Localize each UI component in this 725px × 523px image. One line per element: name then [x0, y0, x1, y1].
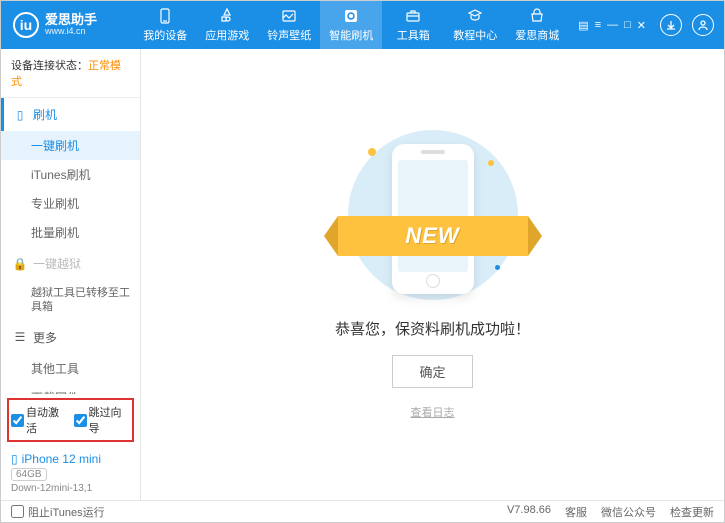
sub-other-tools[interactable]: 其他工具 [1, 354, 140, 383]
app-logo: iu 爱思助手 www.i4.cn [1, 12, 134, 38]
maximize-icon[interactable]: □ [624, 19, 631, 32]
view-log-link[interactable]: 查看日志 [411, 404, 455, 420]
nav-tutorials[interactable]: 教程中心 [444, 1, 506, 49]
highlight-options: 自动激活 跳过向导 [7, 398, 134, 442]
sub-one-key-flash[interactable]: 一键刷机 [1, 131, 140, 160]
device-icon [156, 7, 174, 25]
section-flash[interactable]: ▯ 刷机 [1, 98, 140, 131]
tray-icon[interactable]: ≡ [595, 19, 601, 32]
nav-my-device[interactable]: 我的设备 [134, 1, 196, 49]
section-more[interactable]: ☰ 更多 [1, 321, 140, 354]
close-icon[interactable]: ✕ [637, 19, 646, 32]
success-illustration: NEW [348, 130, 518, 300]
toolbox-icon [404, 7, 422, 25]
user-button[interactable] [692, 14, 714, 36]
download-button[interactable] [660, 14, 682, 36]
app-url: www.i4.cn [45, 27, 97, 37]
footer-service[interactable]: 客服 [565, 504, 587, 520]
nav-flash[interactable]: 智能刷机 [320, 1, 382, 49]
device-panel: ▯ iPhone 12 mini 64GB Down-12mini-13,1 [1, 446, 140, 500]
titlebar-right: ▤ ≡ — □ ✕ [568, 14, 724, 36]
version-label: V7.98.66 [507, 504, 551, 520]
flash-icon [342, 7, 360, 25]
sub-pro-flash[interactable]: 专业刷机 [1, 189, 140, 218]
check-skip-guide[interactable]: 跳过向导 [74, 404, 131, 436]
device-name[interactable]: ▯ iPhone 12 mini [11, 452, 130, 466]
ok-button[interactable]: 确定 [392, 355, 472, 388]
main-content: NEW 恭喜您，保资料刷机成功啦！ 确定 查看日志 [141, 49, 724, 500]
sub-batch-flash[interactable]: 批量刷机 [1, 218, 140, 247]
device-phone-icon: ▯ [11, 452, 18, 466]
status-bar: 阻止iTunes运行 V7.98.66 客服 微信公众号 检查更新 [1, 500, 724, 522]
nav-ringtones[interactable]: 铃声壁纸 [258, 1, 320, 49]
logo-icon: iu [13, 12, 39, 38]
window-controls: ▤ ≡ — □ ✕ [578, 19, 646, 32]
nav-store[interactable]: 爱思商城 [506, 1, 568, 49]
section-jailbreak: 🔒 一键越狱 [1, 247, 140, 280]
jailbreak-note: 越狱工具已转移至工具箱 [1, 280, 140, 321]
device-firmware: Down-12mini-13,1 [11, 483, 130, 494]
check-auto-activate[interactable]: 自动激活 [11, 404, 68, 436]
device-storage: 64GB [11, 468, 47, 481]
sidebar: 设备连接状态：正常模式 ▯ 刷机 一键刷机 iTunes刷机 专业刷机 批量刷机… [1, 49, 141, 500]
footer-wechat[interactable]: 微信公众号 [601, 504, 656, 520]
sub-download-fw[interactable]: 下载固件 [1, 383, 140, 394]
app-name: 爱思助手 [45, 13, 97, 27]
ribbon-text: NEW [405, 223, 459, 249]
menu-icon[interactable]: ▤ [578, 19, 588, 32]
more-icon: ☰ [13, 330, 27, 344]
check-block-itunes[interactable]: 阻止iTunes运行 [11, 504, 105, 520]
success-message: 恭喜您，保资料刷机成功啦！ [335, 318, 530, 339]
top-nav: 我的设备 应用游戏 铃声壁纸 智能刷机 工具箱 教程中心 爱思商城 [134, 1, 568, 49]
wallpaper-icon [280, 7, 298, 25]
phone-icon: ▯ [13, 108, 27, 122]
footer-update[interactable]: 检查更新 [670, 504, 714, 520]
sub-itunes-flash[interactable]: iTunes刷机 [1, 160, 140, 189]
store-icon [528, 7, 546, 25]
connection-status: 设备连接状态：正常模式 [1, 49, 140, 98]
title-bar: iu 爱思助手 www.i4.cn 我的设备 应用游戏 铃声壁纸 智能刷机 工具… [1, 1, 724, 49]
minimize-icon[interactable]: — [607, 19, 618, 32]
nav-toolbox[interactable]: 工具箱 [382, 1, 444, 49]
tutorial-icon [466, 7, 484, 25]
apps-icon [218, 7, 236, 25]
lock-icon: 🔒 [13, 257, 27, 271]
nav-apps[interactable]: 应用游戏 [196, 1, 258, 49]
